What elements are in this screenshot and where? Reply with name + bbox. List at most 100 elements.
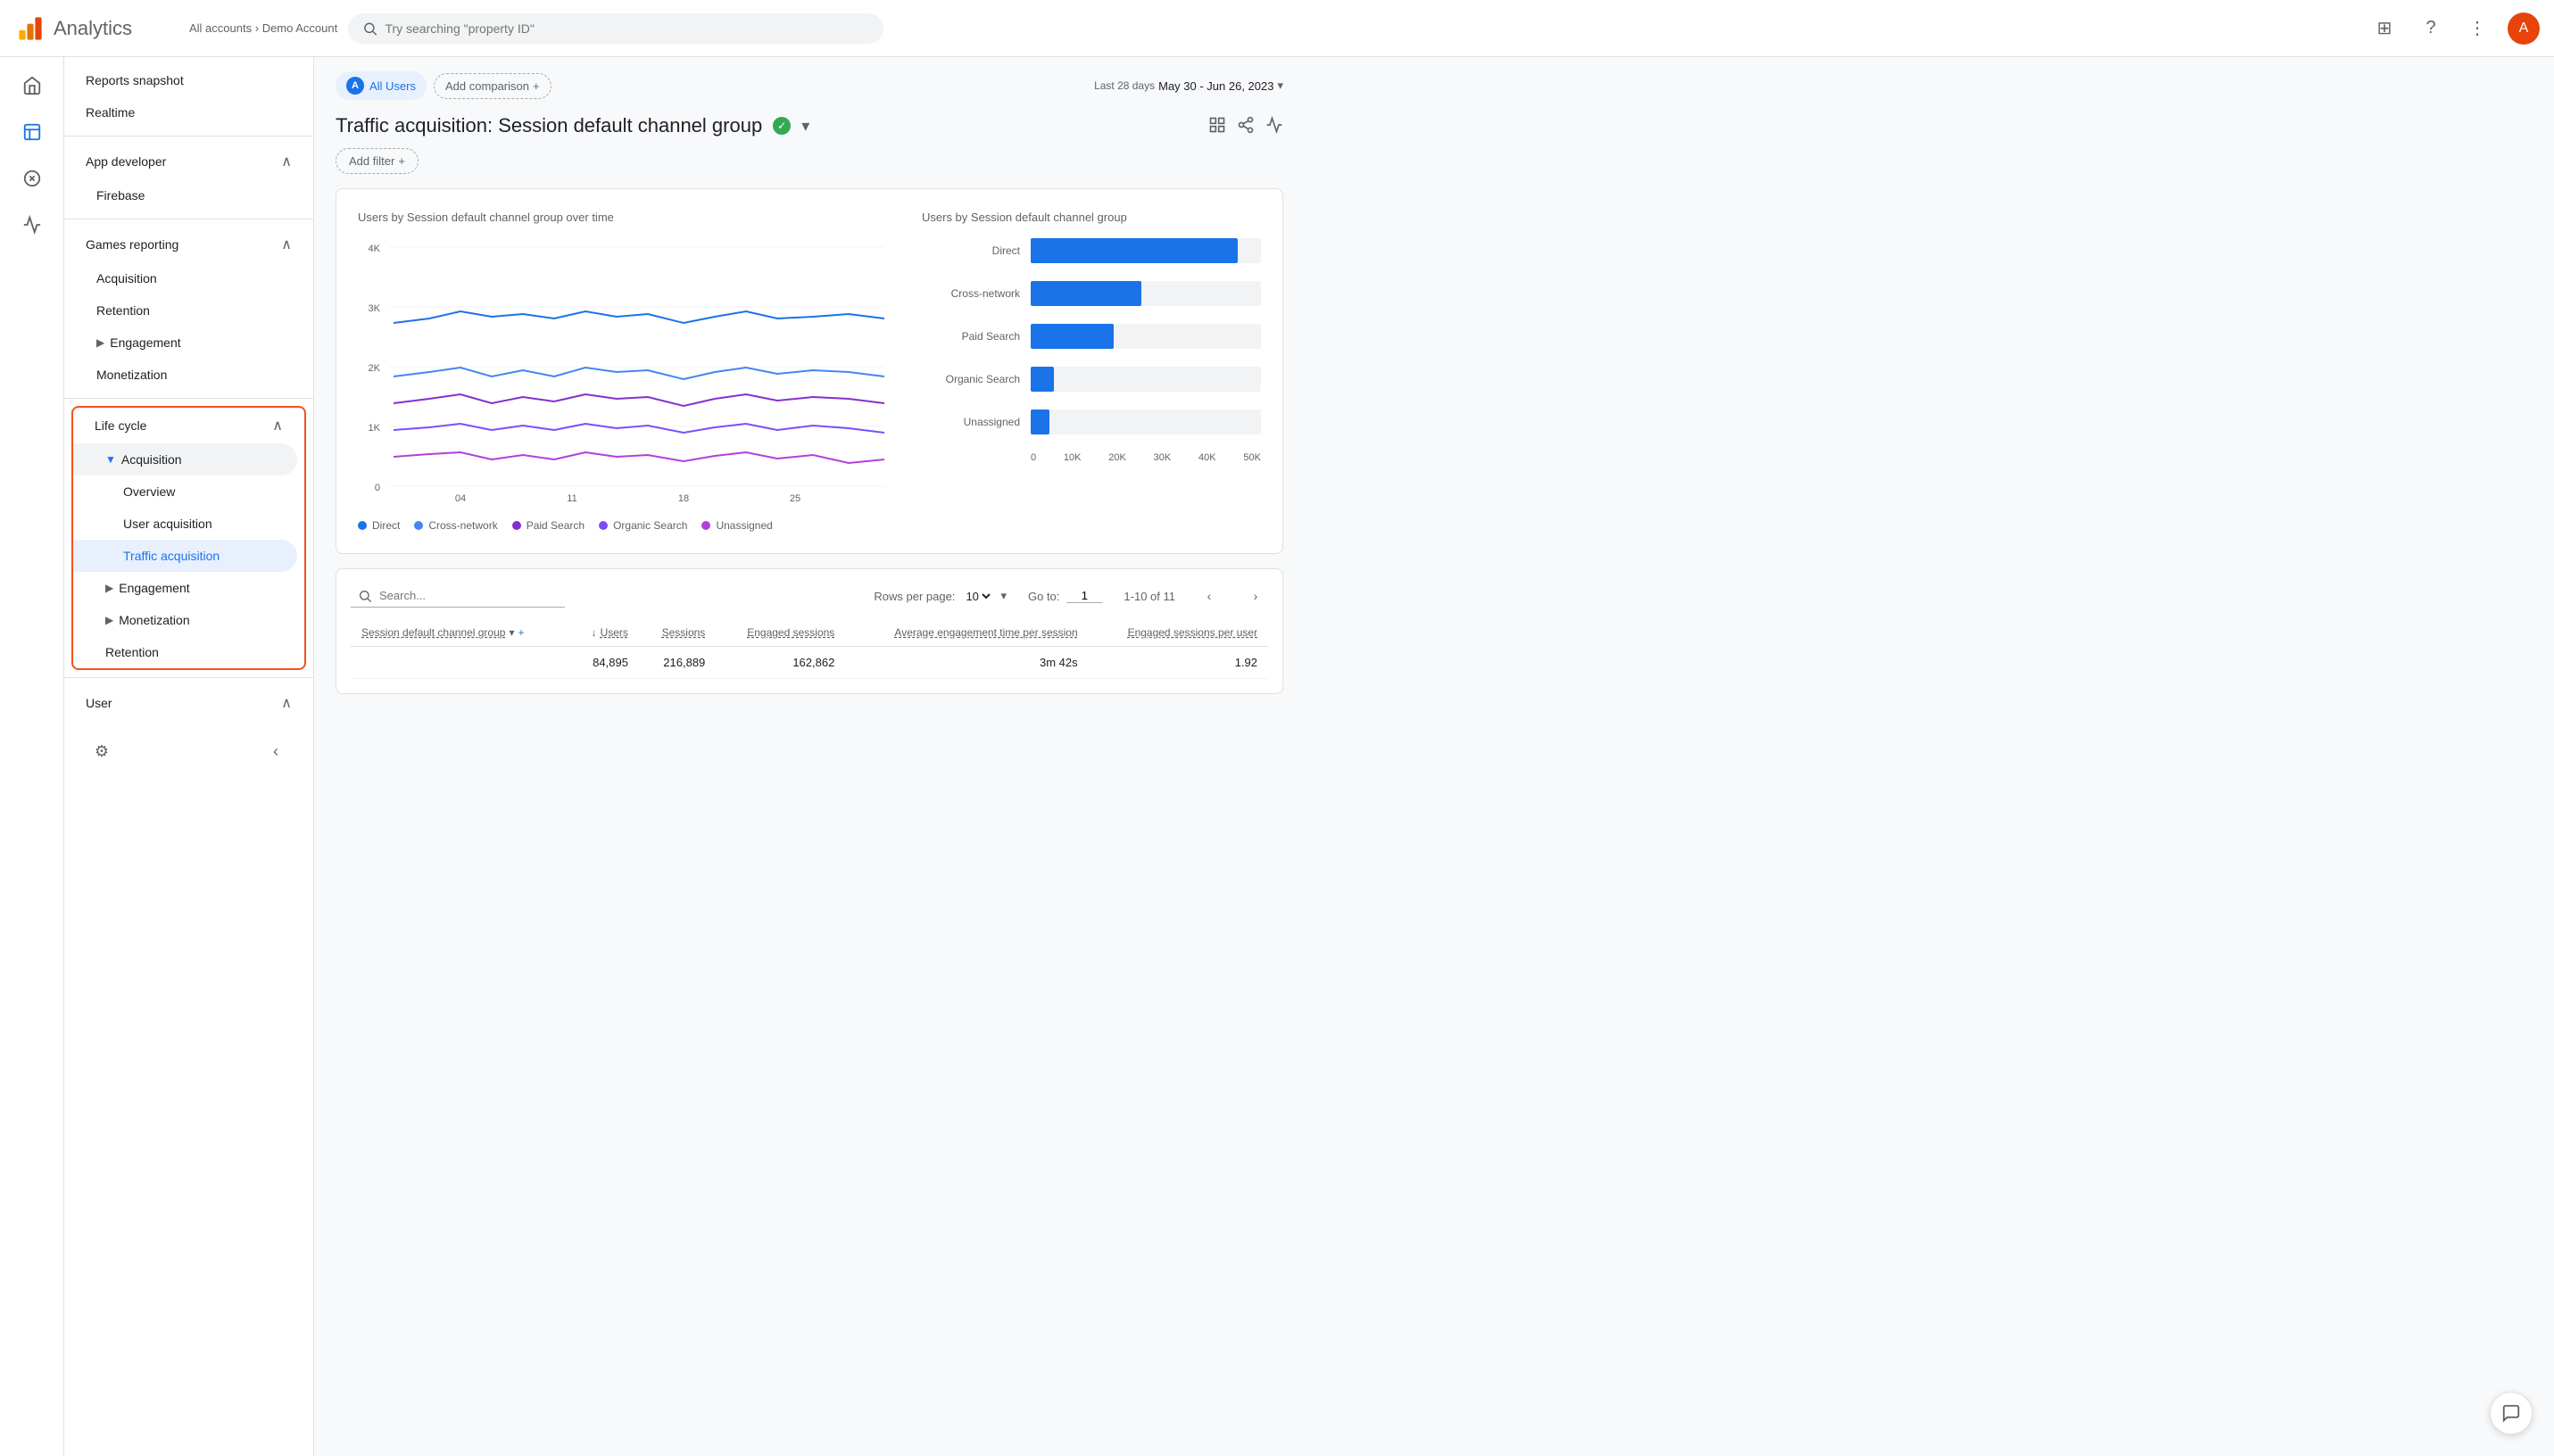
table-search-input[interactable] (379, 589, 558, 602)
nav-item-games-retention[interactable]: Retention (64, 294, 306, 327)
share-icon[interactable] (1237, 116, 1255, 136)
nav-sidebar: Reports snapshot Realtime App developer … (64, 57, 314, 1456)
nav-item-lc-traffic-acquisition[interactable]: Traffic acquisition (73, 540, 297, 572)
feedback-button[interactable] (2490, 1392, 2533, 1435)
nav-item-lc-engagement[interactable]: ▶Engagement (73, 572, 297, 604)
cell-engaged-per-user-totals: 1.92 (1089, 647, 1268, 679)
nav-section-lifecycle[interactable]: Life cycle ∧ (73, 408, 304, 443)
bar-label-paid-search: Paid Search (922, 330, 1020, 343)
nav-section-app-developer[interactable]: App developer ∧ (64, 144, 313, 179)
chevron-up-icon-4: ∧ (281, 694, 292, 712)
table-search-icon (358, 589, 372, 603)
table-header-row: Session default channel group ▾ + ↓ User… (351, 619, 1268, 647)
more-options-icon[interactable]: ⋮ (2461, 12, 2493, 45)
chevron-up-icon-2: ∧ (281, 236, 292, 253)
nav-item-realtime[interactable]: Realtime (64, 96, 306, 128)
col-header-sessions[interactable]: Sessions (639, 619, 716, 647)
bar-row-unassigned: Unassigned (922, 410, 1261, 434)
svg-text:11: 11 (567, 493, 576, 504)
date-range-picker[interactable]: Last 28 days May 30 - Jun 26, 2023 ▾ (1094, 79, 1283, 93)
grid-icon[interactable]: ⊞ (2368, 12, 2401, 45)
chat-icon (2501, 1403, 2521, 1423)
topbar: Analytics All accounts › Demo Account ⊞ … (0, 0, 2554, 57)
line-chart-wrap: 4K 3K 2K 1K 0 04 11 18 (358, 238, 893, 509)
bar-fill-organic-search (1031, 367, 1054, 392)
help-icon[interactable]: ? (2415, 12, 2447, 45)
sort-icon-channel: ▾ (509, 626, 514, 639)
nav-item-lc-overview[interactable]: Overview (73, 476, 297, 508)
add-filter-button[interactable]: Add filter + (336, 148, 419, 174)
sidebar-icon-home[interactable] (11, 64, 54, 107)
page-header: A All Users Add comparison + Last 28 day… (336, 71, 1283, 100)
col-header-engaged-sessions[interactable]: Engaged sessions (716, 619, 845, 647)
icon-sidebar (0, 57, 64, 1456)
search-bar[interactable] (348, 13, 883, 44)
settings-icon[interactable]: ⚙ (86, 735, 118, 767)
rows-per-page: Rows per page: 10 25 50 ▾ (874, 589, 1007, 604)
chevron-down-icon: ▾ (1277, 79, 1283, 93)
plus-icon-filter: + (398, 154, 405, 168)
sidebar-icon-reports[interactable] (11, 111, 54, 153)
legend-cross-network: Cross-network (414, 519, 497, 532)
all-users-badge[interactable]: A All Users (336, 71, 427, 100)
col-header-users[interactable]: ↓ Users (569, 619, 639, 647)
nav-item-games-monetization[interactable]: Monetization (64, 359, 306, 391)
cell-users-totals: 84,895 (569, 647, 639, 679)
nav-section-games-reporting[interactable]: Games reporting ∧ (64, 227, 313, 262)
chart-legend: Direct Cross-network Paid Search Organic… (358, 519, 893, 532)
dropdown-icon[interactable]: ▾ (801, 117, 809, 136)
table-search[interactable] (351, 585, 565, 608)
sidebar-icon-explore[interactable] (11, 157, 54, 200)
nav-item-games-engagement[interactable]: ▶Engagement (64, 327, 306, 359)
legend-dot-unassigned (701, 521, 710, 530)
plus-icon: + (533, 79, 540, 93)
rows-per-page-select[interactable]: 10 25 50 (962, 589, 993, 604)
table-container: Rows per page: 10 25 50 ▾ Go to: 1-10 of… (336, 568, 1283, 694)
svg-text:3K: 3K (369, 303, 381, 314)
svg-text:18: 18 (678, 493, 689, 504)
collapse-sidebar-icon[interactable]: ‹ (260, 735, 292, 767)
bar-row-cross-network: Cross-network (922, 281, 1261, 306)
bar-track-unassigned (1031, 410, 1261, 434)
bar-chart-title: Users by Session default channel group (922, 211, 1261, 224)
nav-item-lc-acquisition[interactable]: ▼Acquisition (73, 443, 297, 476)
table-row-totals: 84,895 216,889 162,862 3m 42s 1.92 (351, 647, 1268, 679)
legend-dot-organic-search (599, 521, 608, 530)
search-input[interactable] (385, 21, 869, 36)
avatar[interactable]: A (2508, 12, 2540, 45)
insights-icon[interactable] (1265, 116, 1283, 136)
analytics-logo-icon (14, 12, 46, 45)
page-title-row: Traffic acquisition: Session default cha… (336, 114, 1283, 137)
go-to-input[interactable] (1066, 589, 1102, 603)
nav-section-user[interactable]: User ∧ (64, 685, 313, 721)
nav-item-games-acquisition[interactable]: Acquisition (64, 262, 306, 294)
page-title: Traffic acquisition: Session default cha… (336, 114, 762, 137)
legend-dot-paid-search (512, 521, 521, 530)
customize-report-icon[interactable] (1208, 116, 1226, 136)
pagination-prev-button[interactable]: ‹ (1197, 583, 1222, 608)
status-check-icon: ✓ (773, 117, 791, 135)
nav-item-lc-retention[interactable]: Retention (73, 636, 297, 668)
layout: Reports snapshot Realtime App developer … (0, 57, 1305, 1456)
col-header-channel[interactable]: Session default channel group ▾ + (351, 619, 569, 647)
bar-label-organic-search: Organic Search (922, 373, 1020, 385)
add-comparison-button[interactable]: Add comparison + (434, 73, 551, 99)
search-icon (362, 21, 377, 37)
nav-item-reports-snapshot[interactable]: Reports snapshot (64, 64, 306, 96)
add-col-icon[interactable]: + (518, 626, 524, 639)
breadcrumb-part1: All accounts (189, 21, 252, 35)
nav-item-lc-user-acquisition[interactable]: User acquisition (73, 508, 297, 540)
nav-item-firebase[interactable]: Firebase (64, 179, 306, 211)
col-header-avg-engagement[interactable]: Average engagement time per session (845, 619, 1088, 647)
nav-divider-4 (64, 677, 313, 678)
chevron-up-icon: ∧ (281, 153, 292, 170)
svg-text:1K: 1K (369, 423, 381, 434)
bar-track-cross-network (1031, 281, 1261, 306)
pagination-next-button[interactable]: › (1243, 583, 1268, 608)
breadcrumb-separator: › (255, 21, 259, 35)
nav-item-lc-monetization[interactable]: ▶Monetization (73, 604, 297, 636)
bar-row-direct: Direct (922, 238, 1261, 263)
col-header-engaged-per-user[interactable]: Engaged sessions per user (1089, 619, 1268, 647)
bar-label-cross-network: Cross-network (922, 287, 1020, 300)
sidebar-icon-advertising[interactable] (11, 203, 54, 246)
